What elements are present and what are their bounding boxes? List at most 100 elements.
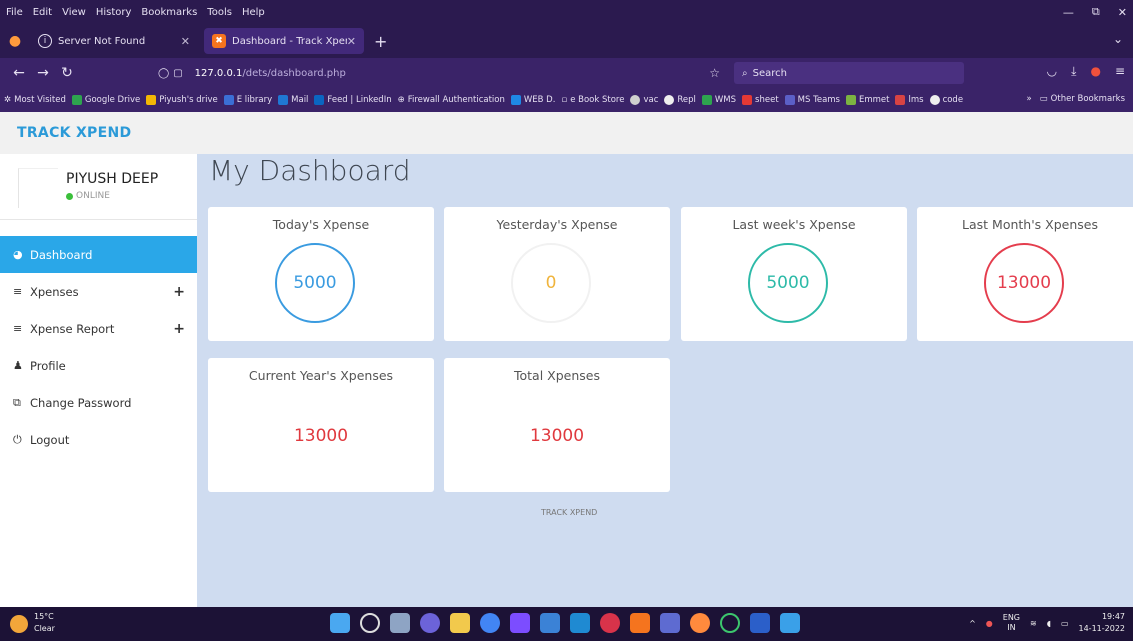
user-name: PIYUSH DEEP [66, 171, 159, 187]
back-icon[interactable]: ← [8, 65, 30, 81]
user-status: ONLINE [66, 191, 110, 201]
bookmark-label: Feed | LinkedIn [327, 95, 392, 105]
info-icon: i [38, 34, 52, 48]
app-icon[interactable] [510, 613, 530, 633]
calculator-icon[interactable] [660, 613, 680, 633]
bookmark-ebook-store[interactable]: ▫ e Book Store [561, 95, 624, 105]
page-info-icon[interactable]: ◯▢ [158, 68, 187, 79]
bookmark-firewall[interactable]: ⊕ Firewall Authentication [398, 95, 505, 105]
ring-value: 0 [511, 243, 591, 323]
expand-plus-icon[interactable]: + [173, 284, 185, 300]
bookmark-label: code [942, 95, 964, 105]
chevron-up-icon[interactable]: ^ [969, 619, 976, 628]
bookmark-lms[interactable]: lms [895, 95, 924, 105]
bookmark-label: Repl [677, 95, 696, 105]
new-tab-icon[interactable]: + [374, 32, 387, 51]
paint-icon[interactable] [780, 613, 800, 633]
weather-widget[interactable]: 15°C Clear [34, 611, 55, 635]
search-icon[interactable] [360, 613, 380, 633]
battery-icon[interactable]: ▭ [1061, 619, 1069, 628]
brand-logo[interactable]: TRACK XPEND [17, 125, 131, 141]
sidebar-item-xpense-report[interactable]: ≡ Xpense Report + [0, 310, 197, 347]
bookmark-linkedin[interactable]: Feed | LinkedIn [314, 95, 392, 105]
bookmark-ms-teams[interactable]: MS Teams [784, 95, 840, 105]
sidebar-item-label: Profile [30, 358, 66, 373]
minimize-icon[interactable]: — [1063, 6, 1074, 19]
language-indicator[interactable]: ENG IN [1003, 613, 1020, 633]
bookmark-label: MS Teams [797, 95, 840, 105]
task-view-icon[interactable] [390, 613, 410, 633]
sidebar-item-logout[interactable]: ⏻ Logout [0, 421, 197, 458]
sidebar-item-xpenses[interactable]: ≡ Xpenses + [0, 273, 197, 310]
loader-icon[interactable] [720, 613, 740, 633]
bookmark-web-d[interactable]: WEB D. [510, 95, 555, 105]
bookmark-mail[interactable]: Mail [278, 95, 308, 105]
close-icon[interactable]: ✕ [1118, 6, 1127, 19]
tab-close-icon[interactable]: ✕ [347, 35, 356, 48]
forward-icon[interactable]: → [32, 65, 54, 81]
taskbar-apps [330, 613, 800, 633]
menu-help[interactable]: Help [242, 7, 265, 18]
extension-icon[interactable]: ● [1090, 64, 1100, 79]
bookmark-other[interactable]: » ▭ Other Bookmarks [1020, 94, 1125, 104]
firefox-icon[interactable] [690, 613, 710, 633]
menu-edit[interactable]: Edit [33, 7, 52, 18]
bookmark-repl[interactable]: Repl [664, 95, 696, 105]
region-code: IN [1007, 623, 1016, 632]
navigation-bar: ← → ↻ ◯▢ 127.0.0.1/dets/dashboard.php ☆ … [0, 58, 1133, 88]
bookmark-wms[interactable]: WMS [701, 95, 736, 105]
bookmark-star-icon[interactable]: ☆ [709, 66, 720, 80]
clock[interactable]: 19:47 14-11-2022 [1079, 611, 1126, 635]
chrome-icon[interactable] [480, 613, 500, 633]
tray-app-icon[interactable]: ● [986, 619, 993, 628]
tab-dashboard[interactable]: ✖ Dashboard - Track Xpend ✕ [204, 28, 364, 54]
drive-icon [71, 95, 82, 105]
opera-icon[interactable] [600, 613, 620, 633]
chevron-down-icon[interactable]: ⌄ [1113, 32, 1123, 46]
sidebar-item-dashboard[interactable]: ◕ Dashboard [0, 236, 197, 273]
notepad-icon[interactable] [540, 613, 560, 633]
search-input[interactable]: ⌕ Search [734, 62, 964, 84]
vscode-icon[interactable] [570, 613, 590, 633]
sidebar-item-label: Logout [30, 432, 70, 447]
volume-icon[interactable]: ◖ [1047, 619, 1051, 628]
bookmark-sheet[interactable]: sheet [742, 95, 779, 105]
pocket-icon[interactable]: ◡ [1047, 64, 1057, 79]
expand-plus-icon[interactable]: + [173, 321, 185, 337]
address-bar[interactable]: ◯▢ 127.0.0.1/dets/dashboard.php ☆ [158, 62, 728, 84]
tab-title: Dashboard - Track Xpend [232, 35, 347, 47]
bookmark-label: Mail [291, 95, 309, 105]
wifi-icon[interactable]: ≋ [1030, 619, 1037, 628]
tab-close-icon[interactable]: ✕ [181, 35, 190, 48]
bookmark-google-drive[interactable]: Google Drive [71, 95, 140, 105]
reload-icon[interactable]: ↻ [56, 65, 78, 81]
bookmark-most-visited[interactable]: ✲ Most Visited [4, 95, 66, 105]
bookmark-e-library[interactable]: E library [223, 95, 272, 105]
weather-condition: Clear [34, 624, 55, 633]
windows-start-icon[interactable] [330, 613, 350, 633]
download-icon[interactable]: ⤓ [1071, 64, 1076, 79]
sidebar-item-change-password[interactable]: ⧉ Change Password [0, 384, 197, 421]
chat-icon[interactable] [420, 613, 440, 633]
bookmark-piyush-drive[interactable]: Piyush's drive [146, 95, 218, 105]
vac-icon [630, 95, 641, 105]
menu-bookmarks[interactable]: Bookmarks [141, 7, 197, 18]
word-icon[interactable] [750, 613, 770, 633]
sidebar-item-profile[interactable]: ♟ Profile [0, 347, 197, 384]
restore-icon[interactable]: ⧉ [1092, 5, 1100, 19]
bookmark-label: Emmet [858, 95, 890, 105]
card-last-week: Last week's Xpense 5000 [681, 207, 907, 341]
menu-view[interactable]: View [62, 7, 86, 18]
file-explorer-icon[interactable] [450, 613, 470, 633]
bookmark-code[interactable]: code [929, 95, 964, 105]
xampp-icon[interactable] [630, 613, 650, 633]
menu-file[interactable]: File [6, 7, 23, 18]
bookmark-label: Firewall Authentication [407, 95, 505, 105]
bookmark-vac[interactable]: vac [630, 95, 658, 105]
window-controls: — ⧉ ✕ [1063, 0, 1127, 24]
menu-history[interactable]: History [96, 7, 132, 18]
bookmark-emmet[interactable]: Emmet [845, 95, 890, 105]
app-menu-icon[interactable]: ≡ [1115, 64, 1125, 79]
tab-server-not-found[interactable]: i Server Not Found ✕ [30, 28, 198, 54]
menu-tools[interactable]: Tools [207, 7, 232, 18]
